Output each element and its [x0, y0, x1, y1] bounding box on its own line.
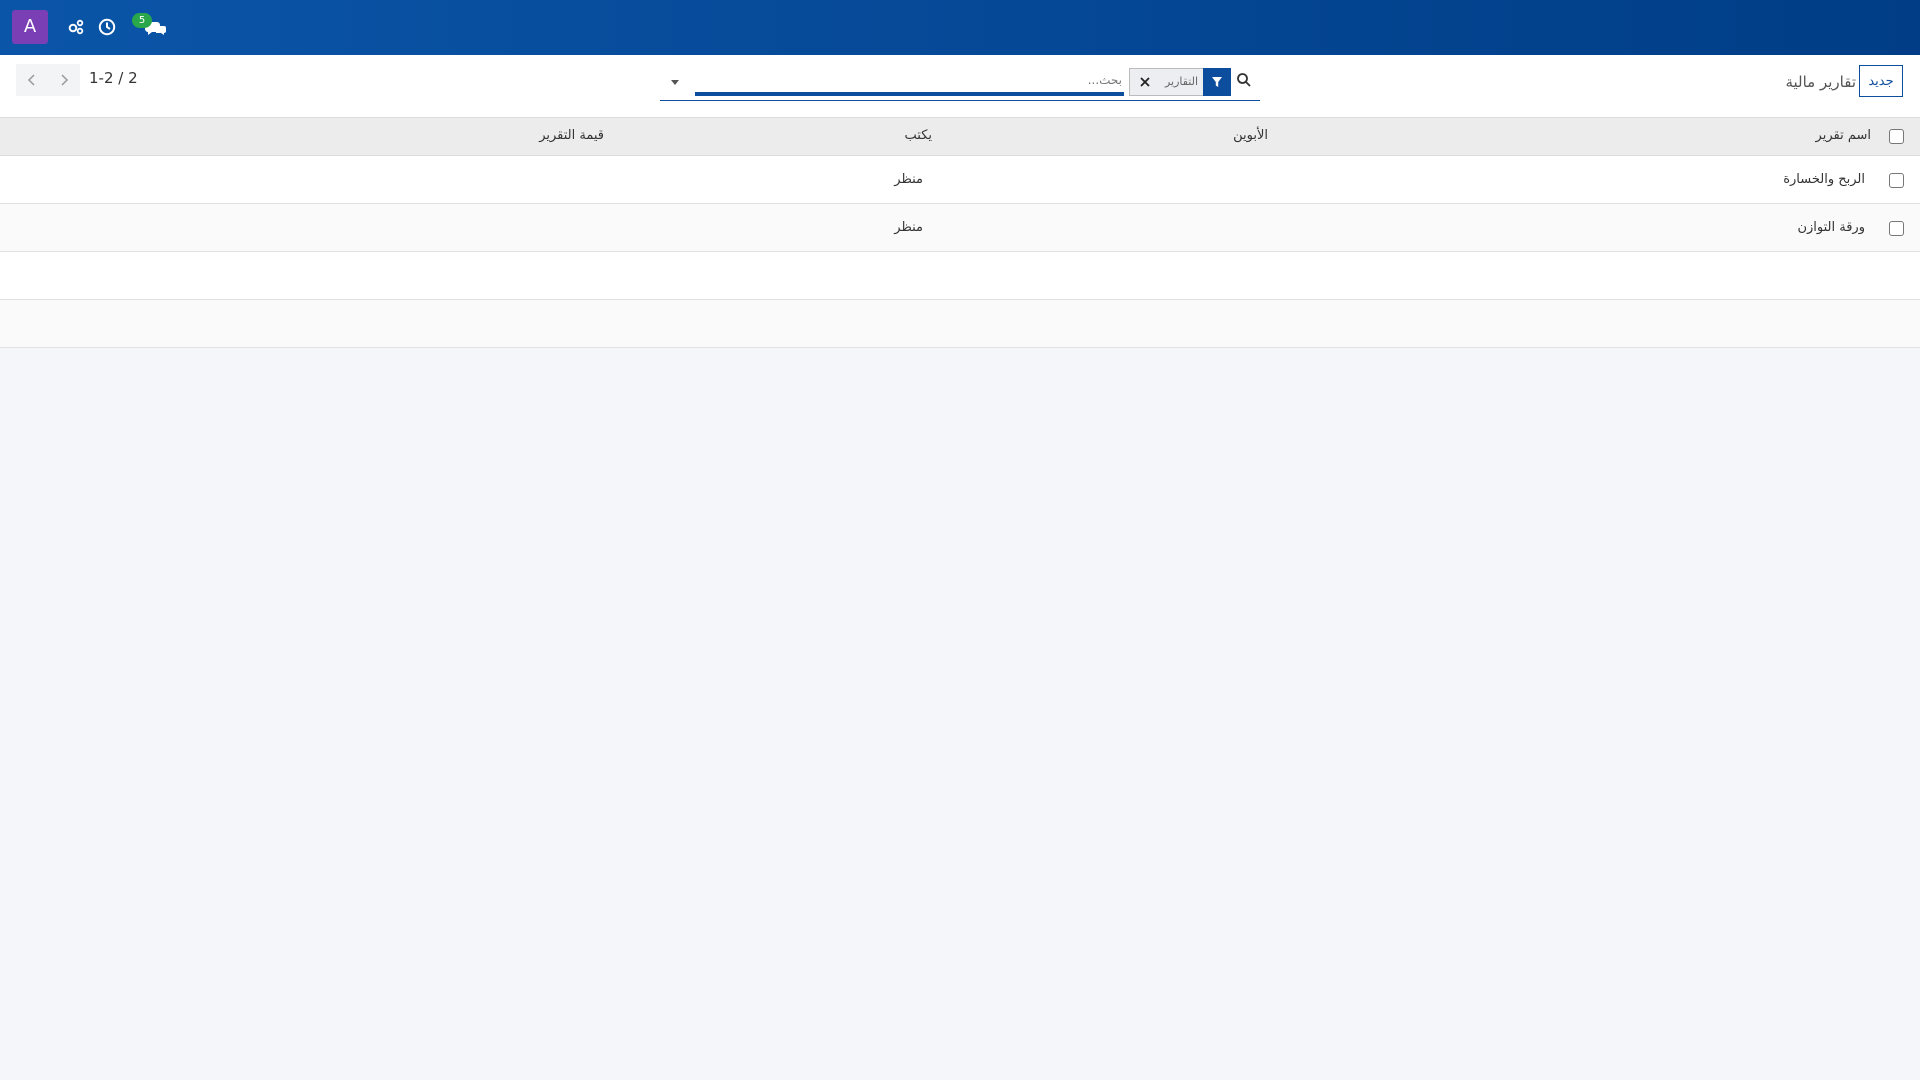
report-name-cell[interactable]: ورقة التوازن — [1797, 220, 1865, 235]
user-avatar[interactable]: A — [12, 10, 48, 44]
chat-badge: 5 — [132, 13, 152, 28]
report-name-cell[interactable]: الربح والخسارة — [1783, 172, 1865, 187]
filter-icon — [1203, 68, 1231, 96]
new-button[interactable]: جديد — [1859, 65, 1903, 97]
report-type-cell[interactable]: منظر — [894, 172, 923, 187]
search-input[interactable] — [695, 68, 1124, 96]
top-navbar: A 5 — [0, 0, 1920, 55]
column-header-parents[interactable]: الأبوين — [1233, 128, 1268, 143]
pager-next-button[interactable] — [48, 64, 80, 96]
close-icon — [1140, 77, 1150, 87]
clock-icon[interactable] — [97, 17, 117, 37]
column-header-name[interactable]: اسم تقرير — [1816, 128, 1871, 143]
chevron-right-icon — [61, 74, 69, 86]
column-header-type[interactable]: يكتب — [905, 128, 933, 143]
select-all-checkbox[interactable] — [1889, 129, 1904, 144]
row-checkbox[interactable] — [1889, 173, 1904, 188]
caret-down-icon[interactable] — [668, 74, 682, 88]
row-checkbox[interactable] — [1889, 221, 1904, 236]
settings-gears-icon[interactable] — [66, 17, 86, 37]
search-icon[interactable] — [1236, 72, 1252, 88]
pager-previous-button[interactable] — [16, 64, 48, 96]
table-row-empty — [0, 300, 1920, 348]
table-row[interactable]: الربح والخسارة منظر — [0, 156, 1920, 204]
table-row[interactable]: ورقة التوازن منظر — [0, 204, 1920, 252]
facet-label: التقارير — [1164, 75, 1199, 88]
facet-remove-button[interactable] — [1130, 69, 1160, 95]
column-header-report-value[interactable]: قيمة التقرير — [539, 128, 604, 143]
pager-value[interactable]: 1-2 / 2 — [89, 69, 138, 87]
search-bar: التقارير — [660, 64, 1260, 101]
report-list-table: اسم تقرير الأبوين يكتب قيمة التقرير الرب… — [0, 117, 1920, 348]
table-row-empty — [0, 252, 1920, 300]
breadcrumb-title: تقارير مالية — [1785, 73, 1856, 91]
chevron-left-icon — [27, 74, 35, 86]
search-facet: التقارير — [1129, 68, 1231, 96]
table-header-row: اسم تقرير الأبوين يكتب قيمة التقرير — [0, 117, 1920, 156]
report-type-cell[interactable]: منظر — [894, 220, 923, 235]
